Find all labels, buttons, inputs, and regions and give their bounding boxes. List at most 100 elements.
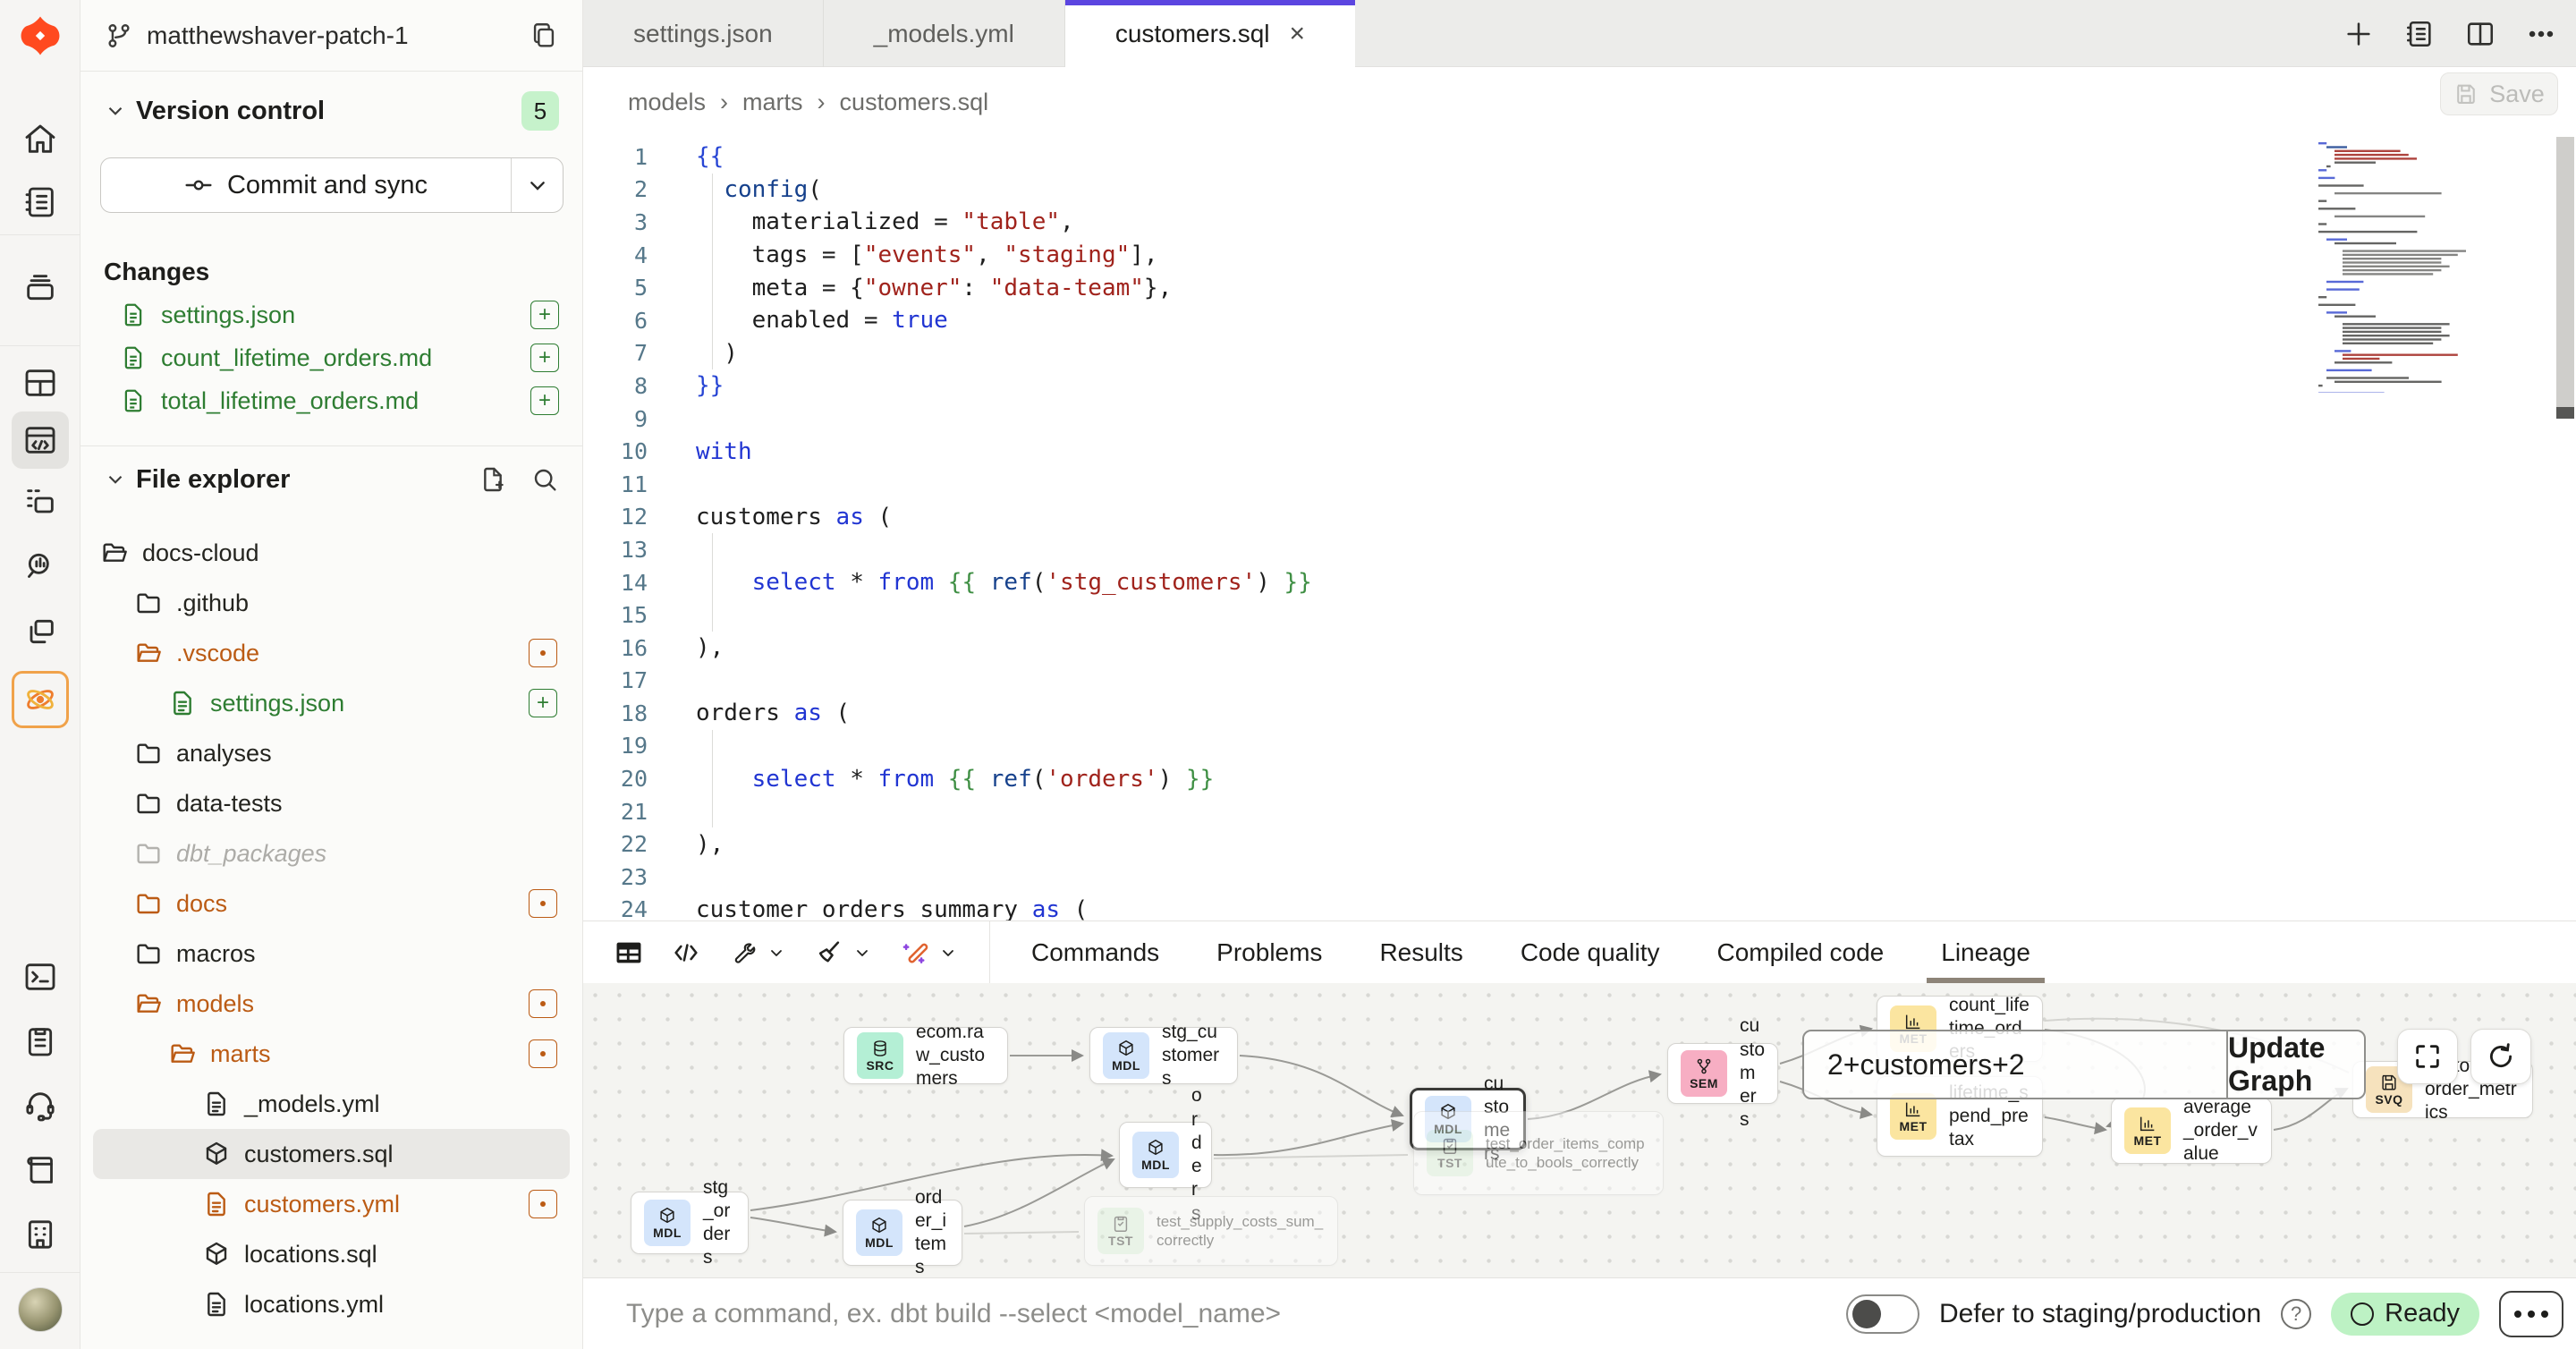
file-tree-item-analyses[interactable]: analyses [93,728,570,778]
lineage-node-orders[interactable]: MDLorders [1119,1122,1212,1188]
panel-tab-compiled-code[interactable]: Compiled code [1688,921,1912,983]
file-tree-item-data-tests[interactable]: data-tests [93,778,570,828]
build-tools-icon[interactable] [728,938,787,968]
stage-file-button[interactable]: + [530,386,559,415]
editor-tab-settings-json[interactable]: settings.json [583,0,824,67]
dashboard-icon[interactable] [12,354,69,411]
home-icon[interactable] [12,111,69,168]
file-tree-item-marts[interactable]: marts [93,1029,570,1079]
close-tab-icon[interactable]: × [1290,21,1306,47]
file-explorer-header[interactable]: File explorer [80,454,582,505]
user-avatar[interactable] [18,1287,63,1332]
modified-indicator[interactable] [529,639,557,667]
insights-icon[interactable] [12,537,69,594]
command-input[interactable] [583,1278,1846,1349]
lineage-node-test-supply-costs[interactable]: TSTtest_supply_costs_sum_correctly [1084,1196,1338,1266]
lineage-node-average-order-value[interactable]: METaverage_order_value [2111,1098,2272,1164]
more-actions-icon[interactable] [2526,19,2556,49]
breadcrumb-models[interactable]: models [628,89,706,116]
file-tree-item-customers-yml[interactable]: customers.yml [93,1179,570,1229]
file-tree-item-docs-cloud[interactable]: docs-cloud [93,528,570,578]
defer-toggle[interactable] [1846,1294,1919,1334]
file-tree-item-locations-yml[interactable]: locations.yml [93,1279,570,1329]
environments-icon[interactable] [12,259,69,317]
open-editors-icon[interactable] [2404,19,2435,49]
save-button[interactable]: Save [2440,72,2558,115]
panel-tab-code-quality[interactable]: Code quality [1492,921,1689,983]
file-tree-item--github[interactable]: .github [93,578,570,628]
panel-tab-results[interactable]: Results [1351,921,1491,983]
format-broom-icon[interactable] [814,938,873,968]
dbt-logo[interactable] [20,15,61,56]
file-tree-item--models-yml[interactable]: _models.yml [93,1079,570,1129]
editor-tab--models-yml[interactable]: _models.yml [824,0,1065,67]
changed-file-row[interactable]: count_lifetime_orders.md+ [80,336,582,379]
file-tree-item-macros[interactable]: macros [93,929,570,979]
split-editor-icon[interactable] [2465,19,2496,49]
support-headset-icon[interactable] [12,1077,69,1134]
file-tree-item-locations-sql[interactable]: locations.sql [93,1229,570,1279]
modified-indicator[interactable] [529,1039,557,1068]
line-number: 1 [583,144,648,170]
results-table-icon[interactable] [614,938,644,968]
code-editor[interactable]: 1{{2 config(3 materialized = "table",4 t… [583,137,2576,921]
file-tree-item-customers-sql[interactable]: customers.sql [93,1129,570,1179]
notebook-icon[interactable] [12,174,69,231]
commit-and-sync-button[interactable]: Commit and sync [100,157,564,213]
panel-tab-commands[interactable]: Commands [1003,921,1188,983]
line-number: 4 [583,242,648,268]
changed-file-row[interactable]: total_lifetime_orders.md+ [80,379,582,422]
lineage-node-customers-semantic[interactable]: SEMcustomers [1667,1043,1778,1104]
editor-scrollbar[interactable] [2555,137,2576,921]
search-icon[interactable] [530,465,559,494]
editor-tab-customers-sql[interactable]: customers.sql× [1065,0,1355,67]
branch-name[interactable]: matthewshaver-patch-1 [147,21,529,50]
ai-assistant-icon[interactable] [12,671,69,728]
lineage-node-ecom-raw-customers[interactable]: SRCecom.raw_customers [843,1027,1008,1084]
defer-help-icon[interactable]: ? [2281,1299,2311,1329]
stage-file-button[interactable]: + [530,344,559,372]
scrollbar-thumb[interactable] [2556,137,2574,407]
version-control-header[interactable]: Version control 5 [80,86,582,136]
update-graph-button[interactable]: Update Graph [2226,1031,2364,1098]
modified-indicator[interactable] [529,989,557,1018]
code-view-icon[interactable] [671,938,701,968]
commit-options-caret[interactable] [511,158,563,212]
stage-file-button[interactable]: + [529,689,557,717]
lineage-canvas[interactable]: SRCecom.raw_customers MDLstg_customers MDL… [583,983,2576,1277]
modified-indicator[interactable] [529,889,557,918]
copy-icon[interactable] [529,21,559,51]
file-tree-item-dbt-packages[interactable]: dbt_packages [93,828,570,878]
organization-icon[interactable] [12,1206,69,1263]
minimap[interactable] [2318,142,2470,393]
fullscreen-button[interactable] [2397,1029,2458,1084]
new-tab-icon[interactable] [2343,19,2374,49]
stage-file-button[interactable]: + [530,301,559,329]
file-tree-item-models[interactable]: models [93,979,570,1029]
lineage-node-stg-orders[interactable]: MDLstg_orders [631,1192,749,1254]
changed-file-row[interactable]: settings.json+ [80,293,582,336]
breadcrumb-marts[interactable]: marts [742,89,803,116]
ai-fix-wand-icon[interactable] [900,938,959,968]
lineage-node-stg-customers[interactable]: MDLstg_customers [1089,1027,1238,1084]
lineage-node-test-order-items[interactable]: TSTtest_order_items_compute_to_bools_cor… [1413,1111,1664,1195]
refresh-graph-button[interactable] [2470,1029,2531,1084]
windows-icon[interactable] [12,603,69,660]
lineage-selector-input[interactable] [1804,1031,2226,1098]
panel-tab-problems[interactable]: Problems [1188,921,1351,983]
line-number: 22 [583,831,648,857]
panel-tab-lineage[interactable]: Lineage [1912,921,2059,983]
visual-editor-icon[interactable] [12,474,69,531]
modified-indicator[interactable] [529,1190,557,1218]
docs-book-icon[interactable] [12,1141,69,1199]
breadcrumb-file[interactable]: customers.sql [840,89,989,116]
file-tree-item--vscode[interactable]: .vscode [93,628,570,678]
terminal-icon[interactable] [12,948,69,1005]
file-tree-item-docs[interactable]: docs [93,878,570,929]
lineage-node-order-items[interactable]: MDLorder_items [843,1200,962,1266]
file-tree-item-settings-json[interactable]: settings.json+ [93,678,570,728]
more-options-button[interactable] [2499,1291,2563,1337]
new-file-icon[interactable] [479,465,507,494]
clipboard-icon[interactable] [12,1013,69,1070]
code-editor-icon[interactable] [12,411,69,469]
